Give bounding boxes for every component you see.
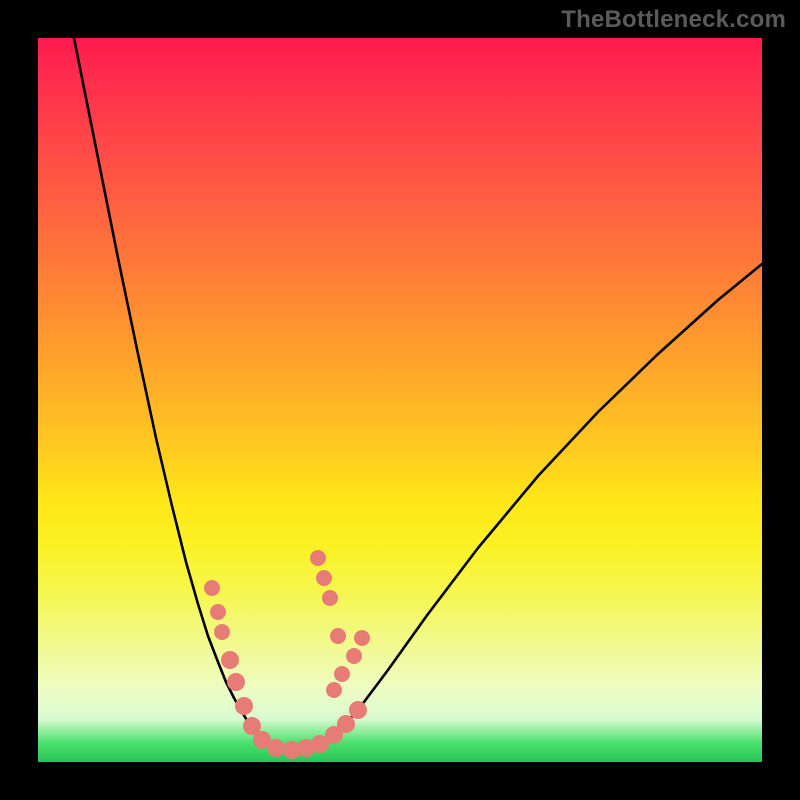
chart-frame: TheBottleneck.com [0,0,800,800]
watermark-text: TheBottleneck.com [561,6,786,34]
curve-group [74,38,762,750]
plot-area [38,38,762,762]
data-marker [337,715,355,733]
data-marker [346,648,362,664]
data-marker [334,666,350,682]
data-marker [349,701,367,719]
data-marker [316,570,332,586]
data-marker [204,580,220,596]
data-marker [214,624,230,640]
data-marker [227,673,245,691]
chart-svg [38,38,762,762]
bottleneck-curve [74,38,762,750]
data-marker [310,550,326,566]
data-marker [354,630,370,646]
data-marker [326,682,342,698]
data-marker [330,628,346,644]
data-marker [210,604,226,620]
data-marker [221,651,239,669]
data-marker [267,739,285,757]
data-marker [322,590,338,606]
data-marker [235,697,253,715]
marker-group [204,550,370,759]
